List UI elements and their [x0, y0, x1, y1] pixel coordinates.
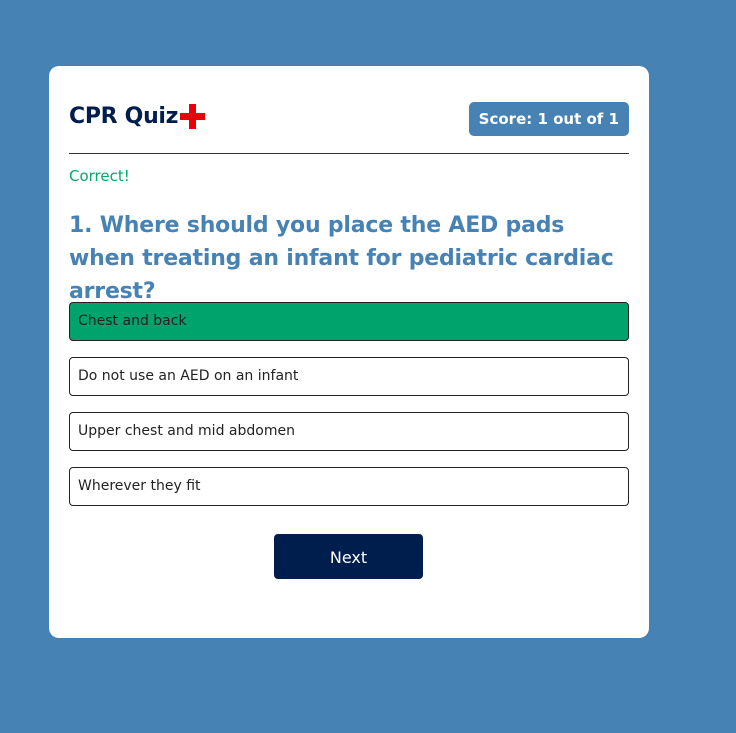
answer-option-1[interactable]: Chest and back — [69, 302, 629, 341]
quiz-card: CPR Quiz Score: 1 out of 1 Correct! 1. W… — [49, 66, 649, 638]
quiz-title-text: CPR Quiz — [69, 104, 179, 129]
question-text: 1. Where should you place the AED pads w… — [69, 213, 614, 304]
answer-feedback: Correct! — [69, 167, 130, 185]
answer-list: Chest and back Do not use an AED on an i… — [69, 302, 629, 522]
answer-option-4[interactable]: Wherever they fit — [69, 467, 629, 506]
answer-option-3[interactable]: Upper chest and mid abdomen — [69, 412, 629, 451]
score-badge: Score: 1 out of 1 — [468, 102, 629, 136]
header-divider — [69, 153, 629, 154]
quiz-header: CPR Quiz Score: 1 out of 1 — [69, 102, 629, 138]
answer-option-2[interactable]: Do not use an AED on an infant — [69, 357, 629, 396]
next-button[interactable]: Next — [274, 534, 423, 579]
red-cross-icon — [180, 104, 206, 129]
quiz-title: CPR Quiz — [69, 104, 206, 129]
